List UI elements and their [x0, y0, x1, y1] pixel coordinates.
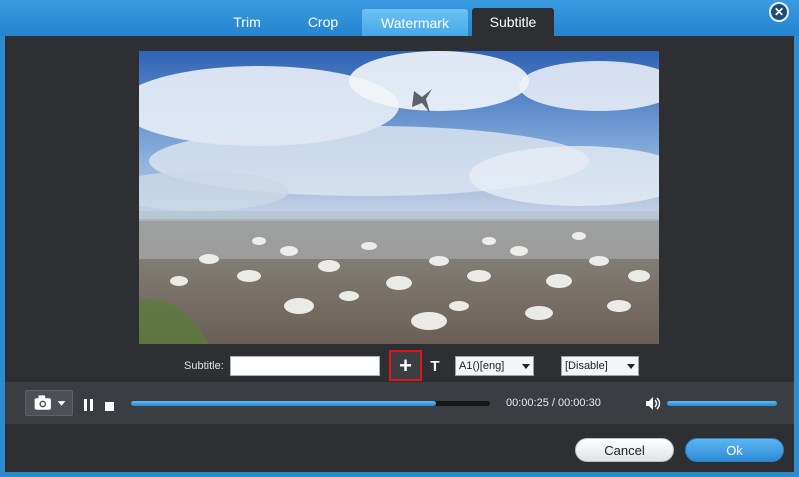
timecode: 00:00:25 / 00:00:30 [506, 397, 601, 409]
tab-watermark[interactable]: Watermark [362, 9, 468, 36]
audio-track-select[interactable]: A1()[eng] [455, 356, 534, 376]
tab-crop[interactable]: Crop [290, 8, 356, 36]
subtitle-font-button[interactable]: T [426, 356, 444, 376]
video-frame-image [139, 51, 659, 344]
snapshot-button[interactable] [25, 390, 73, 416]
subtitle-input[interactable] [230, 356, 380, 376]
pause-button[interactable] [83, 398, 95, 411]
ok-button[interactable]: Ok [685, 438, 784, 462]
stop-button[interactable] [105, 399, 115, 411]
video-preview [139, 51, 659, 344]
chevron-down-icon [627, 364, 635, 369]
subtitle-label: Subtitle: [184, 360, 224, 372]
volume-button[interactable] [645, 396, 661, 411]
dialog-footer [5, 424, 794, 472]
audio-track-value: A1()[eng] [459, 360, 505, 372]
speaker-icon [646, 397, 661, 410]
cancel-button[interactable]: Cancel [575, 438, 674, 462]
playback-progress-slider[interactable] [131, 401, 490, 406]
camera-icon [34, 395, 66, 410]
stop-icon [105, 402, 114, 411]
add-subtitle-button[interactable]: + [389, 350, 422, 381]
close-icon: ✕ [773, 5, 785, 19]
plus-icon: + [399, 352, 412, 378]
subtitle-mode-select[interactable]: [Disable] [561, 356, 639, 376]
tab-trim[interactable]: Trim [205, 8, 289, 36]
subtitle-mode-value: [Disable] [565, 360, 608, 372]
pause-icon [84, 399, 93, 411]
tab-subtitle[interactable]: Subtitle [472, 8, 554, 36]
volume-fill [667, 401, 777, 406]
volume-slider[interactable] [667, 401, 777, 406]
chevron-down-icon [522, 364, 530, 369]
playback-progress-fill [131, 401, 437, 406]
close-button[interactable]: ✕ [769, 2, 789, 22]
